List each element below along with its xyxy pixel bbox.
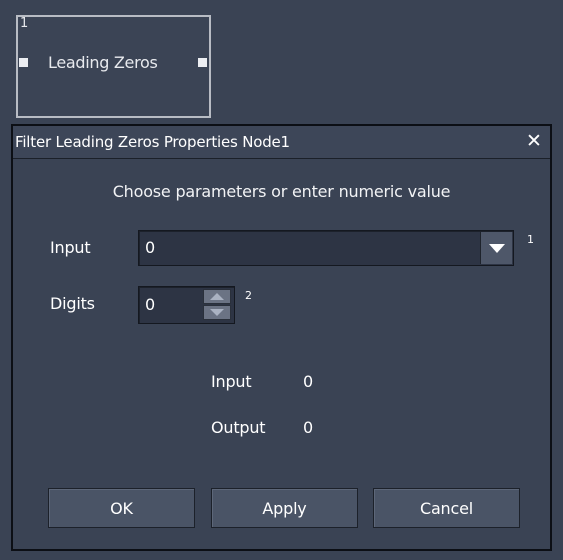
readout-input-label: Input [211,372,252,391]
digits-label: Digits [50,294,95,313]
properties-dialog: Filter Leading Zeros Properties Node1 ✕ … [11,124,552,551]
close-icon[interactable]: ✕ [524,130,544,152]
input-label: Input [50,238,91,257]
ok-button[interactable]: OK [48,488,195,528]
dialog-titlebar[interactable]: Filter Leading Zeros Properties Node1 ✕ [13,126,550,159]
readout-output-label: Output [211,418,266,437]
node-label: Leading Zeros [48,53,158,72]
input-dropdown[interactable]: 0 [138,230,514,266]
cancel-button[interactable]: Cancel [373,488,520,528]
node-input-port[interactable] [19,58,28,67]
chevron-down-icon[interactable] [480,232,512,264]
input-param-index: 1 [527,233,534,246]
readout-output-value: 0 [303,418,313,437]
digits-param-index: 2 [245,289,252,302]
leading-zeros-node[interactable]: 1 Leading Zeros [16,15,211,118]
node-index: 1 [20,16,29,31]
digits-value: 0 [145,295,156,314]
readout-input-value: 0 [303,372,313,391]
dialog-title: Filter Leading Zeros Properties Node1 [15,133,290,151]
node-output-port[interactable] [198,58,207,67]
input-dropdown-value: 0 [145,238,156,257]
instruction-text: Choose parameters or enter numeric value [112,182,451,201]
spin-up-icon[interactable] [203,289,231,304]
spin-down-icon[interactable] [203,305,231,320]
apply-button[interactable]: Apply [211,488,358,528]
digits-stepper[interactable]: 0 [138,286,235,324]
